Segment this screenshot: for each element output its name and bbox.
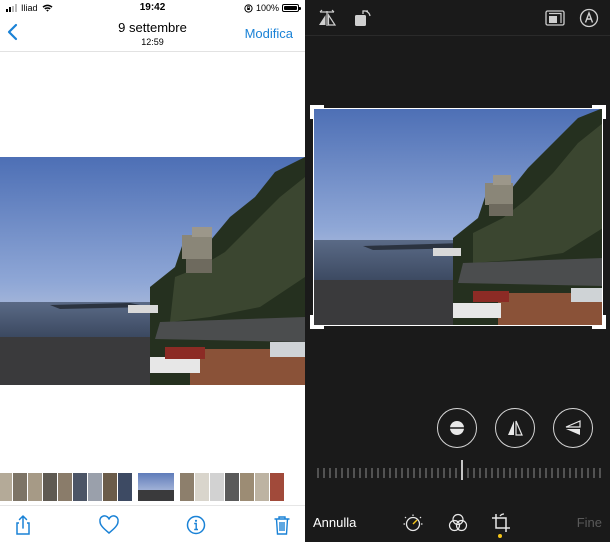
thumbnail[interactable]: [210, 473, 224, 501]
crop-rotate-icon[interactable]: [490, 512, 512, 534]
thumbnail[interactable]: [240, 473, 254, 501]
screenshot-pair: Iliad 19:42 100% 9 settembre 12:59 Modif…: [0, 0, 610, 542]
photo-viewer-screen: Iliad 19:42 100% 9 settembre 12:59 Modif…: [0, 0, 305, 542]
thumbnail[interactable]: [270, 473, 284, 501]
auto-crop-icon[interactable]: [579, 8, 599, 28]
thumbnail[interactable]: [13, 473, 27, 501]
thumbnail[interactable]: [73, 473, 87, 501]
thumbnail[interactable]: [88, 473, 102, 501]
editor-top-bar: [305, 0, 610, 36]
crop-frame[interactable]: [310, 105, 606, 329]
done-button[interactable]: Fine: [577, 515, 602, 530]
vertical-perspective-button[interactable]: [495, 408, 535, 448]
thumbnail-selected[interactable]: [138, 473, 174, 501]
cancel-button[interactable]: Annulla: [313, 515, 356, 530]
thumbnail[interactable]: [225, 473, 239, 501]
crop-handle-top-right[interactable]: [592, 105, 606, 119]
info-icon[interactable]: [185, 514, 207, 536]
thumbnail[interactable]: [28, 473, 42, 501]
angle-ruler[interactable]: [315, 460, 605, 482]
battery-percent: 100%: [255, 3, 279, 13]
flip-icon[interactable]: [317, 8, 337, 28]
thumbnail[interactable]: [0, 473, 12, 501]
crop-handle-bottom-right[interactable]: [592, 315, 606, 329]
straighten-button[interactable]: [437, 408, 477, 448]
adjust-icon[interactable]: [402, 512, 424, 534]
rotate-icon[interactable]: [353, 8, 373, 28]
battery-icon: [282, 4, 301, 12]
editor-bottom-bar: Annulla Fine: [305, 500, 610, 542]
thumbnail[interactable]: [103, 473, 117, 501]
status-right: 100%: [244, 3, 301, 13]
nav-bar: 9 settembre 12:59 Modifica: [0, 16, 305, 52]
heart-icon[interactable]: [98, 514, 120, 536]
photo-toolbar: [0, 505, 305, 542]
straighten-icon: [448, 421, 466, 435]
active-tool-indicator: [498, 534, 502, 538]
trash-icon[interactable]: [271, 514, 293, 536]
filters-icon[interactable]: [447, 512, 469, 534]
thumbnail[interactable]: [118, 473, 132, 501]
crop-handle-bottom-left[interactable]: [310, 315, 324, 329]
horizontal-perspective-button[interactable]: [553, 408, 593, 448]
thumbnail-strip[interactable]: [0, 473, 305, 501]
thumbnail[interactable]: [255, 473, 269, 501]
crop-editor-screen: Annulla Fine: [305, 0, 610, 542]
thumbnail[interactable]: [195, 473, 209, 501]
photo[interactable]: [0, 157, 305, 385]
share-icon[interactable]: [12, 514, 34, 536]
orientation-lock-icon: [244, 3, 253, 13]
photo-preview: [313, 108, 603, 326]
edit-button[interactable]: Modifica: [245, 26, 293, 41]
status-bar: Iliad 19:42 100%: [0, 0, 305, 16]
thumbnail[interactable]: [180, 473, 194, 501]
crop-handle-top-left[interactable]: [310, 105, 324, 119]
vertical-perspective-icon: [508, 420, 523, 436]
horizontal-perspective-icon: [565, 420, 581, 435]
aspect-ratio-icon[interactable]: [545, 10, 565, 26]
thumbnail[interactable]: [43, 473, 57, 501]
thumbnail[interactable]: [58, 473, 72, 501]
